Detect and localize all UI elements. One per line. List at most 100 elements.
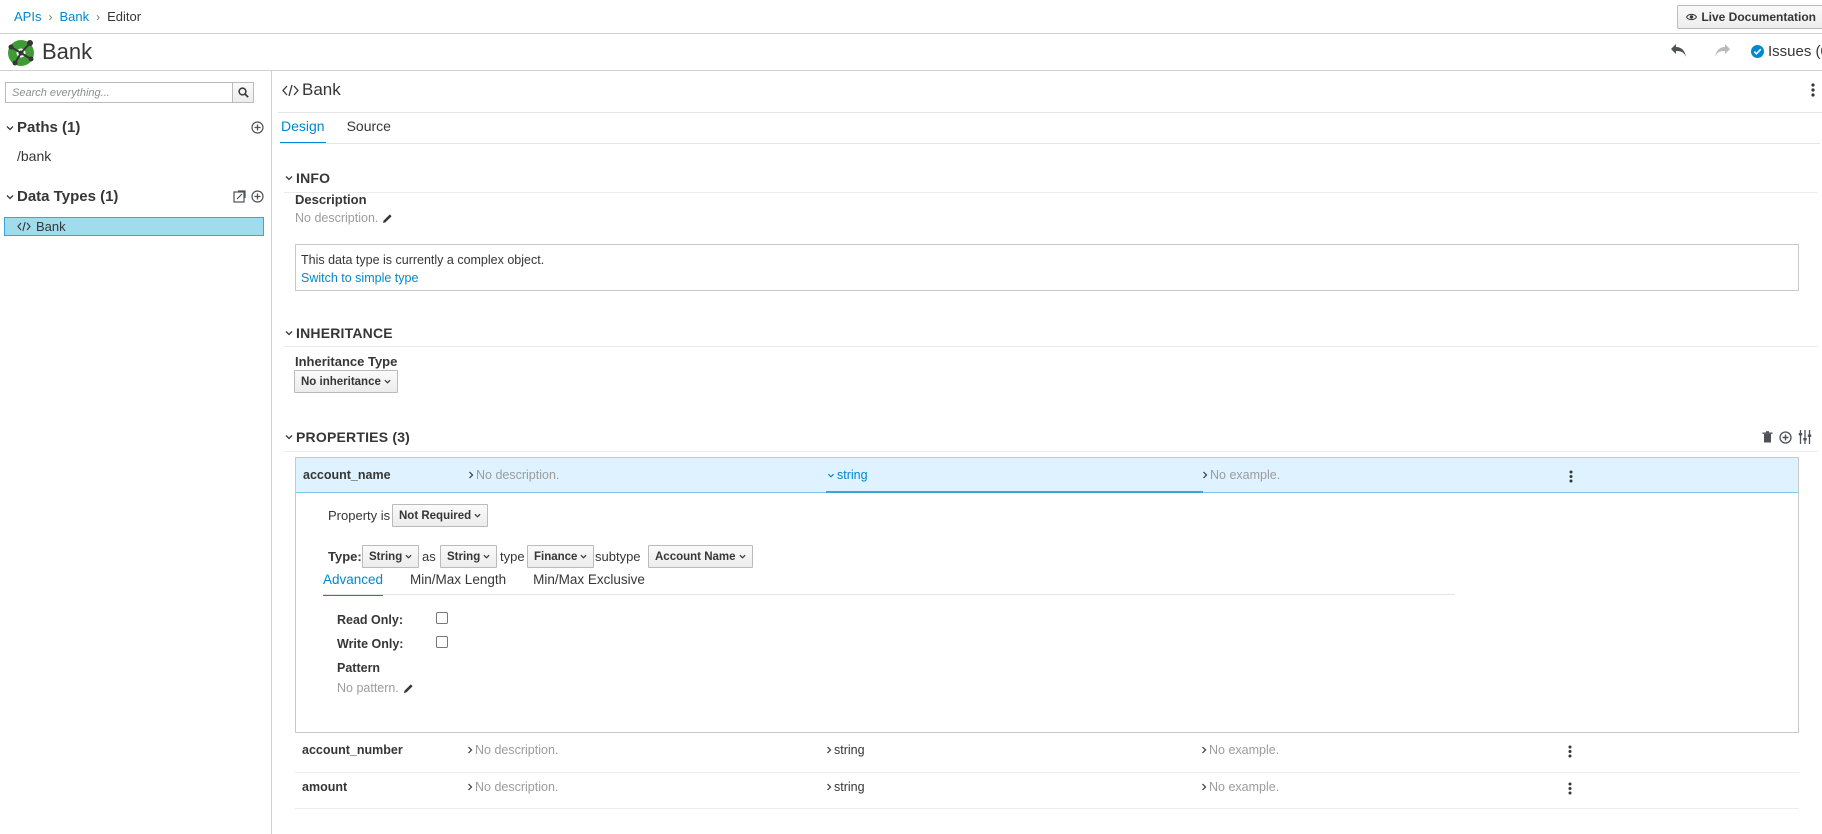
category-value: Finance <box>534 550 578 563</box>
complex-type-notice: This data type is currently a complex ob… <box>295 244 1799 291</box>
inheritance-type-label: Inheritance Type <box>295 354 398 369</box>
chevron-right-icon <box>467 746 473 754</box>
info-heading: INFO <box>296 170 331 186</box>
property-description-text: No description. <box>475 743 559 757</box>
read-only-label: Read Only: <box>337 613 403 627</box>
kebab-icon[interactable] <box>1568 745 1572 758</box>
breadcrumb-bank-link[interactable]: Bank <box>59 9 89 24</box>
info-section-header[interactable]: INFO <box>285 170 330 186</box>
property-detail-card: account_name No description. string No e… <box>295 457 1799 733</box>
add-data-type-icon[interactable] <box>251 190 264 203</box>
kebab-icon[interactable] <box>1811 83 1815 97</box>
entity-title-text: Bank <box>302 80 341 99</box>
property-type[interactable]: string <box>826 780 865 794</box>
tab-min-max-exclusive[interactable]: Min/Max Exclusive <box>533 572 645 596</box>
property-example[interactable]: No example. <box>1201 780 1279 794</box>
required-value: Not Required <box>399 509 472 522</box>
property-example-text: No example. <box>1209 780 1280 794</box>
tab-advanced[interactable]: Advanced <box>323 572 384 596</box>
subtype-value: Account Name <box>655 550 736 563</box>
breadcrumb-separator: › <box>96 9 101 24</box>
trash-icon[interactable] <box>1762 431 1773 443</box>
property-name: account_number <box>302 743 403 757</box>
type-dropdown[interactable]: String <box>362 545 420 568</box>
issues-label: Issues (0 <box>1768 43 1822 60</box>
property-description[interactable]: No description. <box>467 780 558 794</box>
property-description[interactable]: No description. <box>467 743 558 757</box>
entity-title: Bank <box>282 80 341 100</box>
chevron-right-icon <box>826 746 832 754</box>
property-name: account_name <box>303 468 391 482</box>
kebab-icon[interactable] <box>1569 470 1573 483</box>
write-only-label: Write Only: <box>337 637 404 651</box>
live-documentation-label: Live Documentation <box>1701 10 1816 24</box>
data-types-heading: Data Types (1) <box>17 188 119 205</box>
code-icon <box>17 221 31 232</box>
property-description[interactable]: No description. <box>468 468 559 482</box>
sliders-icon[interactable] <box>1798 430 1812 444</box>
main-panel: Bank Design Source INFO Description No d… <box>272 71 1822 834</box>
left-panel: Paths (1) /bank Data Types (1) Bank <box>0 71 272 834</box>
live-documentation-button[interactable]: Live Documentation <box>1677 5 1822 29</box>
tab-source[interactable]: Source <box>346 118 392 144</box>
table-row[interactable]: account_number No description. string No… <box>295 733 1799 769</box>
type-value: String <box>369 550 403 563</box>
search-button[interactable] <box>232 82 254 103</box>
property-type-text: string <box>834 743 865 757</box>
add-path-icon[interactable] <box>251 121 264 134</box>
switch-to-simple-type-link[interactable]: Switch to simple type <box>301 269 1793 287</box>
table-row[interactable]: account_name No description. string No e… <box>296 458 1798 493</box>
undo-icon[interactable] <box>1670 43 1688 59</box>
property-type-text: string <box>834 780 865 794</box>
type-label: Type: <box>328 549 362 564</box>
data-types-section-header[interactable]: Data Types (1) <box>6 188 118 205</box>
data-type-item-bank[interactable]: Bank <box>4 217 264 236</box>
category-dropdown[interactable]: Finance <box>527 545 595 568</box>
eye-icon <box>1686 13 1698 21</box>
table-row[interactable]: amount No description. string No example… <box>295 770 1799 806</box>
breadcrumb-bar: APIs › Bank › Editor Live Documentation <box>0 0 1822 34</box>
chevron-down-icon <box>405 553 412 560</box>
properties-section-header[interactable]: PROPERTIES (3) <box>285 429 410 445</box>
subtype-dropdown[interactable]: Account Name <box>648 545 753 568</box>
search-input[interactable] <box>5 82 233 103</box>
tab-min-max-length[interactable]: Min/Max Length <box>410 572 506 596</box>
description-value-row: No description. <box>295 211 393 225</box>
code-icon <box>282 84 299 97</box>
property-example[interactable]: No example. <box>1202 468 1280 482</box>
pencil-icon[interactable] <box>403 683 414 694</box>
import-icon[interactable] <box>233 190 246 203</box>
divider <box>295 808 1799 809</box>
pattern-value-row: No pattern. <box>337 681 414 695</box>
divider <box>284 346 1818 347</box>
format-dropdown[interactable]: String <box>440 545 498 568</box>
breadcrumb-apis-link[interactable]: APIs <box>14 9 41 24</box>
chevron-right-icon <box>467 783 473 791</box>
chevron-down-icon <box>285 433 293 441</box>
write-only-checkbox[interactable] <box>436 636 448 648</box>
tab-design[interactable]: Design <box>280 118 326 144</box>
chevron-down-icon <box>6 124 14 132</box>
required-dropdown[interactable]: Not Required <box>392 504 489 527</box>
kebab-icon[interactable] <box>1568 782 1572 795</box>
pencil-icon[interactable] <box>382 213 393 224</box>
chevron-down-icon <box>285 174 293 182</box>
path-item-bank[interactable]: /bank <box>17 148 51 164</box>
read-only-checkbox[interactable] <box>436 612 448 624</box>
paths-heading: Paths (1) <box>17 119 81 136</box>
add-property-icon[interactable] <box>1779 430 1792 444</box>
property-type[interactable]: string <box>826 743 865 757</box>
inheritance-type-dropdown[interactable]: No inheritance <box>294 370 398 393</box>
inheritance-section-header[interactable]: INHERITANCE <box>285 325 393 341</box>
issues-indicator[interactable]: Issues (0 <box>1751 43 1822 60</box>
as-label: as <box>422 549 436 564</box>
title-bar: Bank Issues (0 <box>0 34 1822 71</box>
type2-label: type <box>500 549 525 564</box>
paths-section-header[interactable]: Paths (1) <box>6 119 80 136</box>
property-type[interactable]: string <box>827 468 868 482</box>
breadcrumb-separator: › <box>48 9 53 24</box>
pattern-label: Pattern <box>337 661 381 675</box>
property-example[interactable]: No example. <box>1201 743 1279 757</box>
redo-icon[interactable] <box>1713 43 1731 59</box>
breadcrumb: APIs › Bank › Editor <box>14 9 141 24</box>
